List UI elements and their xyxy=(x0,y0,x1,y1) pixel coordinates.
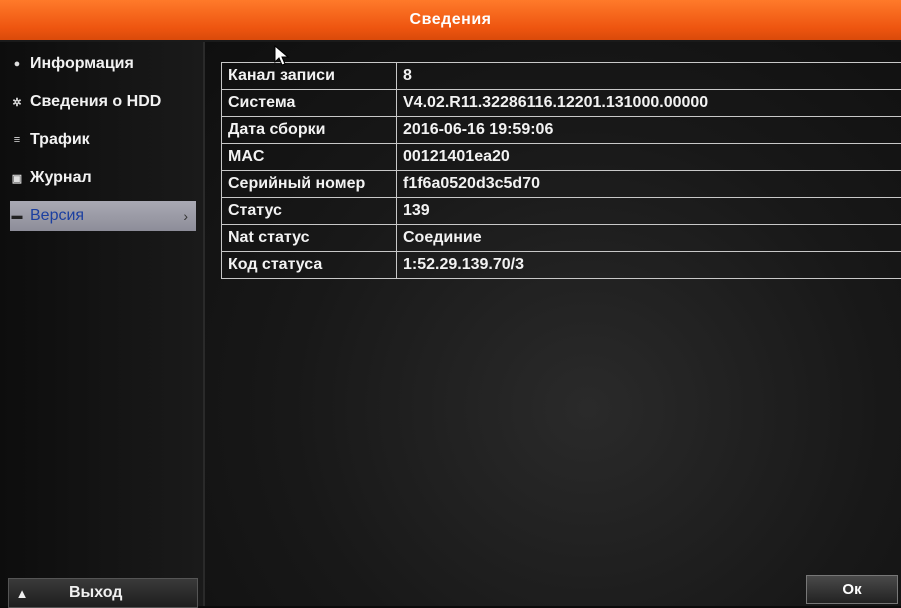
title-bar: Сведения xyxy=(0,0,901,42)
exit-button[interactable]: ▲ Выход xyxy=(8,578,198,608)
sidebar-item-version[interactable]: ▬ Версия › xyxy=(10,201,196,231)
info-table: Канал записи 8 Система V4.02.R11.3228611… xyxy=(221,62,901,279)
sidebar-item-label: Сведения о HDD xyxy=(30,93,161,111)
table-row: Серийный номер f1f6a0520d3c5d70 xyxy=(222,171,901,198)
row-value: 2016-06-16 19:59:06 xyxy=(397,117,901,144)
table-row: Код статуса 1:52.29.139.70/3 xyxy=(222,252,901,279)
sidebar-item-traffic[interactable]: ≡ Трафик xyxy=(10,125,196,155)
ok-label: Ок xyxy=(842,581,861,598)
window-title: Сведения xyxy=(410,11,492,29)
row-key: Дата сборки xyxy=(222,117,397,144)
gear-icon: ✲ xyxy=(10,95,24,109)
ok-button[interactable]: Ок xyxy=(806,575,898,604)
main-panel: Канал записи 8 Система V4.02.R11.3228611… xyxy=(205,42,901,606)
exit-label: Выход xyxy=(69,584,122,602)
sidebar-item-label: Версия xyxy=(30,207,84,225)
version-icon: ▬ xyxy=(10,209,24,223)
row-key: Серийный номер xyxy=(222,171,397,198)
table-row: Статус 139 xyxy=(222,198,901,225)
chevron-right-icon: › xyxy=(183,208,188,224)
table-row: Nat статус Соединие xyxy=(222,225,901,252)
row-key: Nat статус xyxy=(222,225,397,252)
sidebar-item-hdd-info[interactable]: ✲ Сведения о HDD xyxy=(10,87,196,117)
sidebar-item-label: Журнал xyxy=(30,169,92,187)
row-value: f1f6a0520d3c5d70 xyxy=(397,171,901,198)
sidebar-item-label: Трафик xyxy=(30,131,90,149)
sidebar-item-label: Информация xyxy=(30,55,134,73)
table-row: Дата сборки 2016-06-16 19:59:06 xyxy=(222,117,901,144)
row-value: 1:52.29.139.70/3 xyxy=(397,252,901,279)
info-icon: ● xyxy=(10,57,24,71)
log-icon: ▣ xyxy=(10,171,24,185)
sidebar-item-log[interactable]: ▣ Журнал xyxy=(10,163,196,193)
row-value: Соединие xyxy=(397,225,901,252)
row-key: Система xyxy=(222,90,397,117)
mouse-cursor-icon xyxy=(274,45,290,67)
row-key: Статус xyxy=(222,198,397,225)
table-row: Канал записи 8 xyxy=(222,63,901,90)
row-value: 00121401ea20 xyxy=(397,144,901,171)
row-value: 8 xyxy=(397,63,901,90)
table-row: Система V4.02.R11.32286116.12201.131000.… xyxy=(222,90,901,117)
row-value: V4.02.R11.32286116.12201.131000.00000 xyxy=(397,90,901,117)
row-key: MAC xyxy=(222,144,397,171)
row-value: 139 xyxy=(397,198,901,225)
sidebar: ● Информация ✲ Сведения о HDD ≡ Трафик ▣… xyxy=(0,42,205,606)
row-key: Код статуса xyxy=(222,252,397,279)
sidebar-item-information[interactable]: ● Информация xyxy=(10,49,196,79)
table-row: MAC 00121401ea20 xyxy=(222,144,901,171)
home-icon: ▲ xyxy=(9,586,35,601)
row-key: Канал записи xyxy=(222,63,397,90)
list-icon: ≡ xyxy=(10,133,24,147)
